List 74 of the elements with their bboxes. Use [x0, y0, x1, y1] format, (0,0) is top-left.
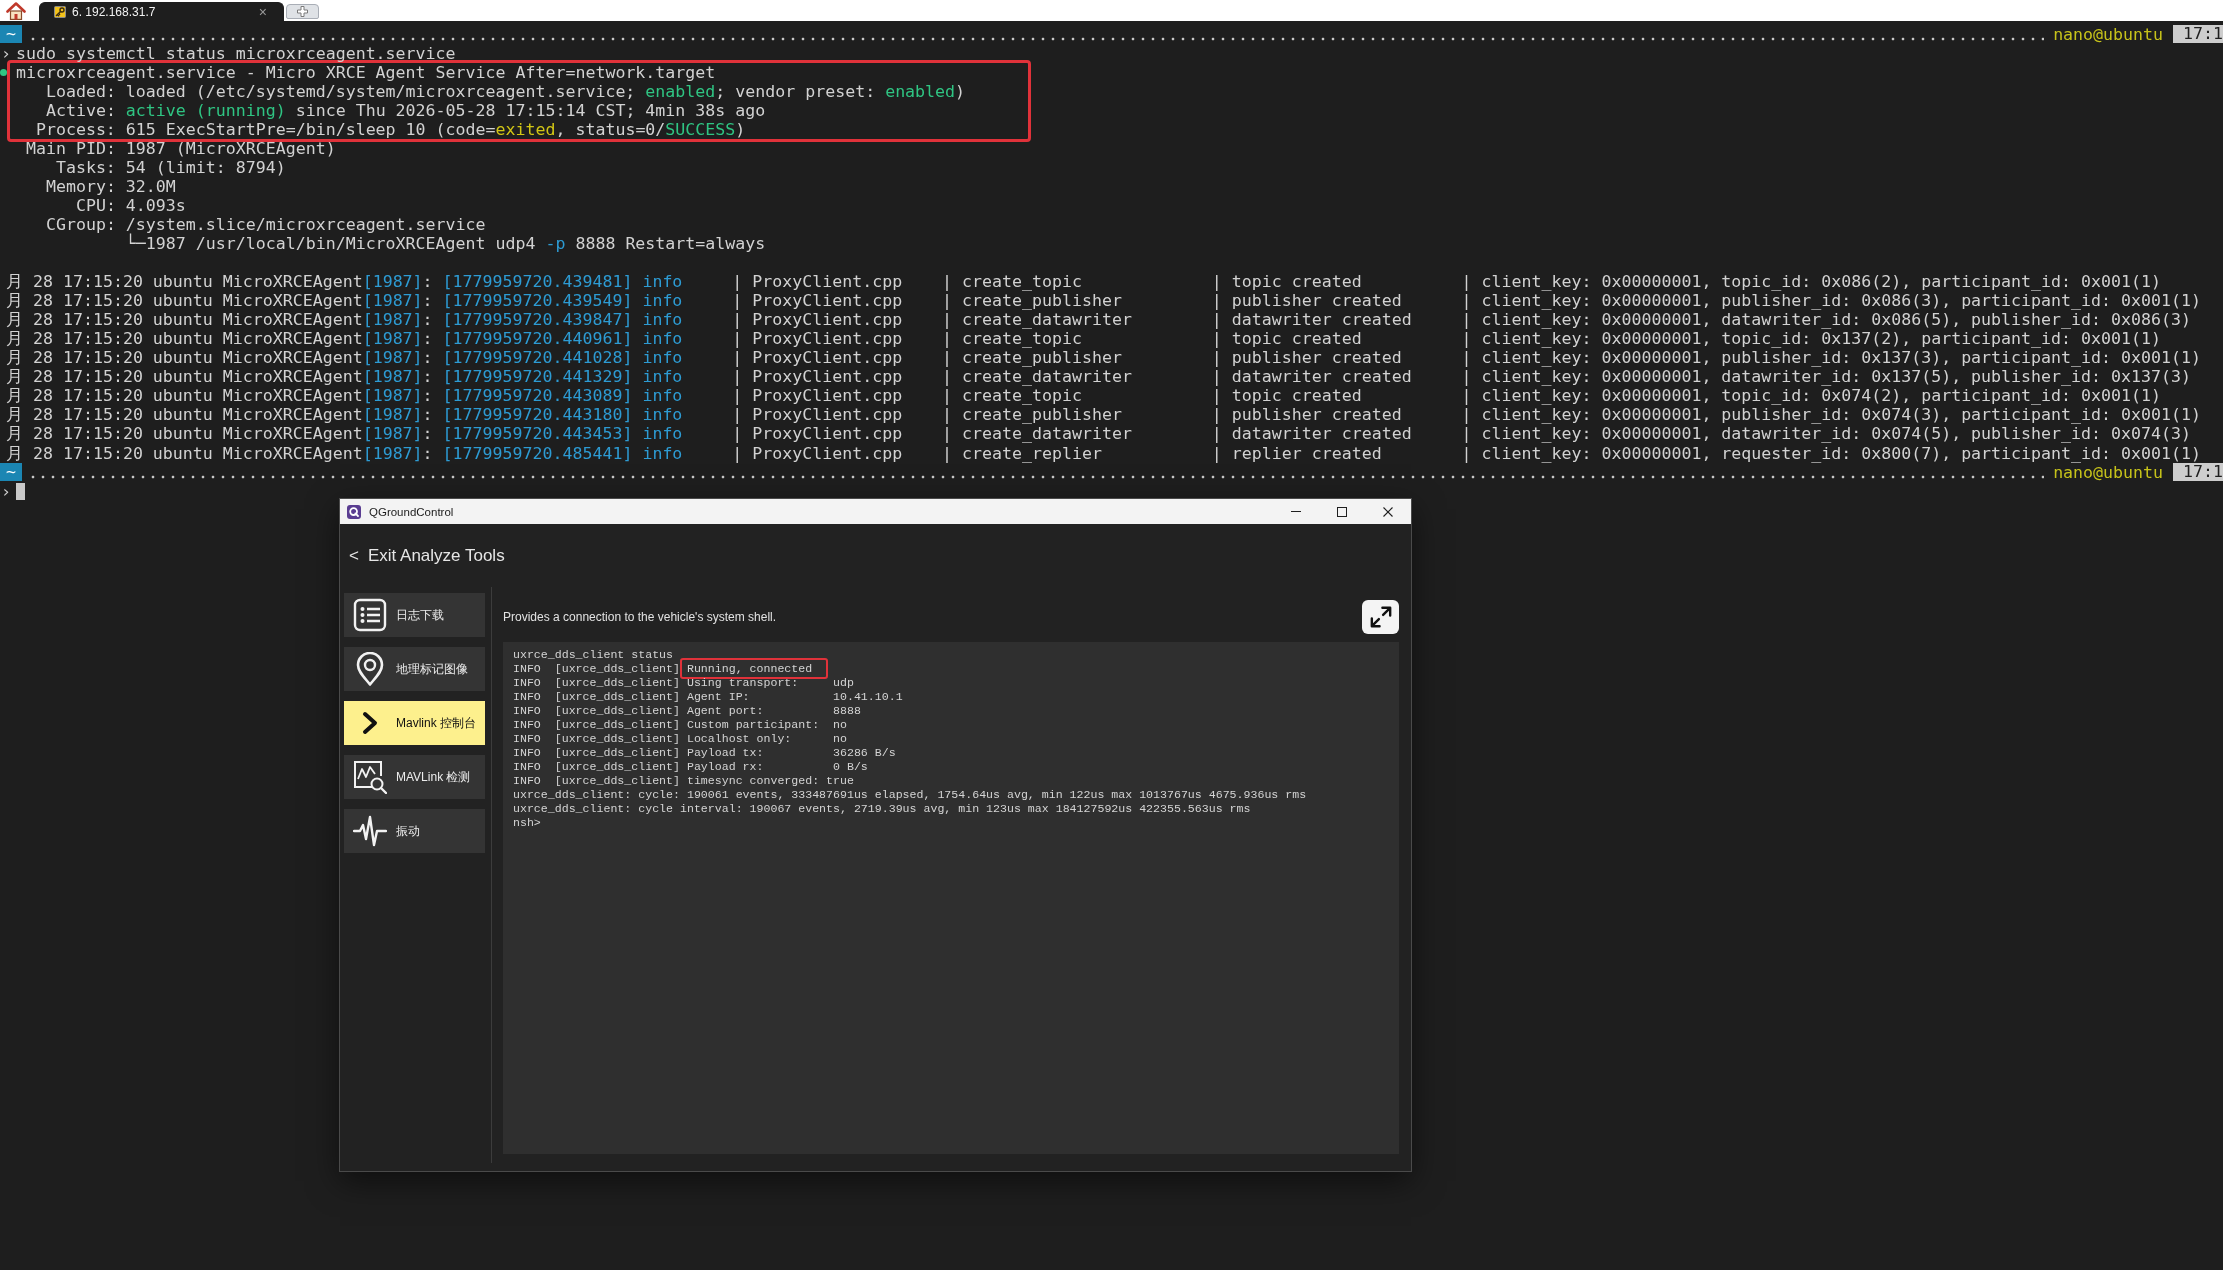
- sidebar-item[interactable]: 地理标记图像: [344, 647, 485, 691]
- field-label: Memory:: [45, 176, 116, 196]
- chart-magnifier-icon: [353, 760, 387, 794]
- field-label: CPU:: [75, 195, 116, 215]
- field-value: active (running) since Thu 2026-05-28 17:15:14 CST; 4min 38s ago: [125, 100, 766, 120]
- log-line: 月 28 17:15:20 ubuntu MicroXRCEAgent[1987]: [1779959720.439847] info | ProxyClient.cpp | create_datawriter | datawriter created | client_key: 0x00000001, datawriter_id: 0x086(5), publisher_id: 0x086(3): [6, 310, 2191, 330]
- text-cursor-icon: [15, 482, 25, 500]
- prompt-directory: ~: [0, 463, 22, 482]
- console-text: INFO [uxrce_dds_client]: [513, 662, 681, 676]
- field-label: CGroup:: [45, 214, 116, 235]
- plus-icon: [297, 6, 308, 17]
- log-line: 月 28 17:15:20 ubuntu MicroXRCEAgent[1987]: [1779959720.441028] info | ProxyClient.cpp | create_publisher | publisher created | client_key: 0x00000001, publisher_id: 0x137(3), participant_id: 0x001(1): [6, 348, 2201, 368]
- console-text: uxrce_dds_client: cycle: 190061 events, 333487691us elapsed, 1754.64us avg, min 122us max 1013767us 4675.936us rms: [513, 788, 1307, 802]
- console-text: INFO [uxrce_dds_client] Using transport: udp: [513, 676, 854, 690]
- log-line: 月 28 17:15:20 ubuntu MicroXRCEAgent[1987]: [1779959720.439549] info | ProxyClient.cpp | create_publisher | publisher created | client_key: 0x00000001, publisher_id: 0x086(3), participant_id: 0x001(1): [6, 291, 2201, 311]
- maximize-icon[interactable]: [1337, 506, 1347, 517]
- close-icon[interactable]: [1383, 506, 1393, 517]
- field-value: 4.093s: [125, 195, 186, 215]
- field-value: 54 (limit: 8794): [125, 157, 286, 177]
- field-label: Loaded:: [45, 81, 116, 101]
- console-text: INFO [uxrce_dds_client] Agent IP: 10.41.10.1: [513, 690, 903, 704]
- log-line: 月 28 17:15:20 ubuntu MicroXRCEAgent[1987]: [1779959720.443453] info | ProxyClient.cpp | create_datawriter | datawriter created | client_key: 0x00000001, datawriter_id: 0x074(5), publisher_id: 0x074(3): [6, 424, 2191, 444]
- field-label: Active:: [45, 100, 116, 120]
- prompt-symbol: ›: [1, 481, 11, 501]
- log-line: 月 28 17:15:20 ubuntu MicroXRCEAgent[1987]: [1779959720.441329] info | ProxyClient.cpp | create_datawriter | datawriter created | client_key: 0x00000001, datawriter_id: 0x137(5), publisher_id: 0x137(3): [6, 367, 2191, 387]
- log-line: 月 28 17:15:20 ubuntu MicroXRCEAgent[1987]: [1779959720.443180] info | ProxyClient.cpp | create_publisher | publisher created | client_key: 0x00000001, publisher_id: 0x074(3), participant_id: 0x001(1): [6, 405, 2201, 425]
- close-tab-button[interactable]: ×: [258, 5, 267, 19]
- log-line: 月 28 17:15:20 ubuntu MicroXRCEAgent[1987]: [1779959720.443089] info | ProxyClient.cpp | create_topic | topic created | client_key: 0x00000001, topic_id: 0x074(2), participant_id: 0x001(1): [6, 386, 2161, 406]
- sidebar-item[interactable]: 振动: [344, 809, 485, 853]
- console-text: INFO [uxrce_dds_client] Custom participant: no: [513, 718, 847, 732]
- expand-icon: [1368, 605, 1393, 629]
- prompt-time: 17:1: [2173, 463, 2223, 482]
- expand-button[interactable]: [1362, 600, 1399, 634]
- prompt-user: nano@ubuntu: [2053, 24, 2164, 44]
- console-text: INFO [uxrce_dds_client] Agent port: 8888: [513, 704, 861, 718]
- console-text: uxrce_dds_client: cycle interval: 190067 events, 2719.39us avg, min 123us max 184127592us 422355.563us rms: [513, 802, 1251, 816]
- field-value: 1987 (MicroXRCEAgent): [125, 138, 336, 158]
- field-value: /system.slice/microxrceagent.service: [125, 214, 486, 234]
- prompt-symbol: ›: [1, 43, 11, 63]
- console-text: INFO [uxrce_dds_client] timesync converged: true: [513, 774, 854, 788]
- terminal-line: microxrceagent.service - Micro XRCE Agent Service After=network.target: [15, 62, 716, 82]
- console-text: INFO [uxrce_dds_client] Payload rx: 0 B/s: [513, 760, 868, 774]
- field-value: loaded (/etc/systemd/system/microxrceagent.service; enabled; vendor preset: enabled): [125, 81, 966, 101]
- console-text: INFO [uxrce_dds_client] Payload tx: 36286 B/s: [513, 746, 896, 760]
- field-value: 32.0M: [125, 176, 176, 196]
- console-text: Running, connected: [686, 662, 813, 675]
- field-label: Main PID:: [25, 138, 116, 158]
- home-icon[interactable]: [6, 1, 26, 20]
- key-icon: [54, 6, 66, 18]
- console-text: nsh>: [513, 816, 541, 830]
- command-text: sudo systemctl status microxrceagent.service: [15, 43, 456, 63]
- waveform-icon: [353, 814, 387, 848]
- description-text: Provides a connection to the vehicle's system shell.: [503, 610, 777, 624]
- list-icon: [353, 598, 387, 632]
- console-text: INFO [uxrce_dds_client] Localhost only: no: [513, 732, 847, 746]
- new-tab-button[interactable]: [286, 4, 319, 19]
- field-label: Tasks:: [55, 157, 116, 177]
- prompt-directory: ~: [0, 25, 22, 43]
- window-title: QGroundControl: [369, 505, 454, 518]
- sidebar-item[interactable]: MAVLink 检测: [344, 755, 485, 799]
- log-line: 月 28 17:15:20 ubuntu MicroXRCEAgent[1987]: [1779959720.440961] info | ProxyClient.cpp | create_topic | topic created | client_key: 0x00000001, topic_id: 0x137(2), participant_id: 0x001(1): [6, 329, 2161, 349]
- app-icon: [347, 504, 361, 519]
- field-value: └─1987 /usr/local/bin/MicroXRCEAgent udp4 -p 8888 Restart=always: [125, 234, 766, 254]
- prompt-user: nano@ubuntu: [2053, 462, 2164, 482]
- prompt-time: 17:1: [2173, 25, 2223, 43]
- field-label: Process:: [35, 119, 116, 139]
- log-line: 月 28 17:15:20 ubuntu MicroXRCEAgent[1987]: [1779959720.485441] info | ProxyClient.cpp | create_replier | replier created | client_key: 0x00000001, requester_id: 0x800(7), participant_id: 0x001(1): [6, 443, 2201, 463]
- back-button[interactable]: < Exit Analyze Tools: [349, 544, 505, 568]
- sidebar-item[interactable]: 日志下载: [344, 593, 485, 637]
- log-line: 月 28 17:15:20 ubuntu MicroXRCEAgent[1987]: [1779959720.439481] info | ProxyClient.cpp | create_topic | topic created | client_key: 0x00000001, topic_id: 0x086(2), participant_id: 0x001(1): [6, 272, 2161, 292]
- field-value: 615 ExecStartPre=/bin/sleep 10 (code=exited, status=0/SUCCESS): [125, 119, 746, 139]
- sidebar-item[interactable]: Mavlink 控制台: [344, 701, 485, 745]
- console-text: uxrce_dds_client status: [513, 648, 674, 662]
- browser-tab[interactable]: 6. 192.168.31.7 ×: [39, 2, 284, 21]
